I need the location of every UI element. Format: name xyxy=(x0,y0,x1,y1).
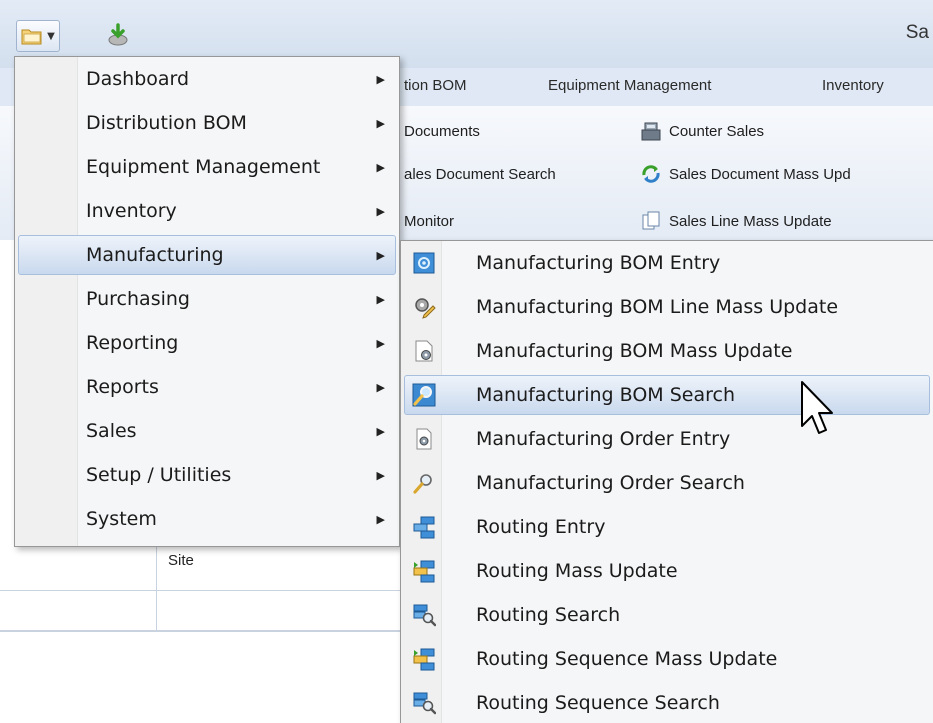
menu-item-equipment-management[interactable]: Equipment Management ▶ xyxy=(18,147,396,187)
modules-menu: Dashboard ▶ Distribution BOM ▶ Equipment Man… xyxy=(14,56,400,547)
submenu-item-manufacturing-order-entry[interactable]: Manufacturing Order Entry xyxy=(404,419,930,459)
magnifier-icon xyxy=(412,383,436,407)
menu-item-reporting[interactable]: Reporting ▶ xyxy=(18,323,396,363)
menu-item-label: Reports xyxy=(86,376,159,398)
submenu-item-label: Manufacturing BOM Entry xyxy=(476,252,721,274)
grid-column-header-site[interactable]: Site xyxy=(168,552,194,569)
menu-item-label: Manufacturing xyxy=(86,244,224,266)
grid-column-divider xyxy=(156,545,157,631)
submenu-item-label: Routing Search xyxy=(476,604,621,626)
monitor-button[interactable]: Monitor xyxy=(404,207,454,235)
submenu-item-manufacturing-bom-entry[interactable]: Manufacturing BOM Entry xyxy=(404,243,930,283)
menu-item-distribution-bom[interactable]: Distribution BOM ▶ xyxy=(18,103,396,143)
routing-search-icon xyxy=(413,692,436,715)
documents-button[interactable]: Documents xyxy=(404,117,480,145)
routing-icon xyxy=(413,516,435,539)
submenu-item-label: Manufacturing Order Entry xyxy=(476,428,731,450)
submenu-item-routing-mass-update[interactable]: Routing Mass Update xyxy=(404,551,930,591)
tab-equipment-management[interactable]: Equipment Management xyxy=(548,77,711,94)
mouse-cursor-icon xyxy=(801,381,833,434)
tab-distribution-bom[interactable]: tion BOM xyxy=(404,77,467,94)
menu-item-label: Equipment Management xyxy=(86,156,321,178)
submenu-item-manufacturing-order-search[interactable]: Manufacturing Order Search xyxy=(404,463,930,503)
submenu-arrow-icon: ▶ xyxy=(376,512,385,526)
order-search-icon xyxy=(413,474,432,494)
submenu-arrow-icon: ▶ xyxy=(376,380,385,394)
submenu-item-routing-sequence-mass-update[interactable]: Routing Sequence Mass Update xyxy=(404,639,930,679)
submenu-arrow-icon: ▶ xyxy=(376,72,385,86)
document-gear-icon xyxy=(415,340,433,362)
menu-item-label: Purchasing xyxy=(86,288,190,310)
submenu-item-label: Manufacturing BOM Search xyxy=(476,384,735,406)
menu-item-label: Dashboard xyxy=(86,68,190,90)
chevron-down-icon: ▼ xyxy=(47,30,55,42)
menu-item-label: Inventory xyxy=(86,200,177,222)
submenu-arrow-icon: ▶ xyxy=(376,336,385,350)
submenu-arrow-icon: ▶ xyxy=(376,204,385,218)
menu-item-label: Sales xyxy=(86,420,137,442)
sales-document-search-button[interactable]: ales Document Search xyxy=(404,160,556,188)
submenu-item-label: Routing Sequence Search xyxy=(476,692,720,714)
submenu-item-label: Manufacturing BOM Mass Update xyxy=(476,340,793,362)
green-arrows-icon xyxy=(642,165,660,183)
menu-item-purchasing[interactable]: Purchasing ▶ xyxy=(18,279,396,319)
menu-item-sales[interactable]: Sales ▶ xyxy=(18,411,396,451)
menu-item-inventory[interactable]: Inventory ▶ xyxy=(18,191,396,231)
menu-item-label: System xyxy=(86,508,157,530)
submenu-item-label: Manufacturing BOM Line Mass Update xyxy=(476,296,839,318)
app-menu-button[interactable]: ▼ xyxy=(16,20,60,52)
manufacturing-submenu: Manufacturing BOM Entry Manufacturing BOM… xyxy=(400,240,933,723)
submenu-arrow-icon: ▶ xyxy=(376,292,385,306)
menu-item-label: Distribution BOM xyxy=(86,112,247,134)
submenu-item-label: Routing Entry xyxy=(476,516,606,538)
bom-entry-icon xyxy=(413,252,435,274)
cash-register-icon xyxy=(641,122,661,141)
submenu-item-label: Routing Sequence Mass Update xyxy=(476,648,778,670)
refresh-button[interactable] xyxy=(103,20,133,50)
menu-item-label: Setup / Utilities xyxy=(86,464,232,486)
submenu-item-routing-sequence-search[interactable]: Routing Sequence Search xyxy=(404,683,930,723)
menu-item-setup-utilities[interactable]: Setup / Utilities ▶ xyxy=(18,455,396,495)
window-title: Sa xyxy=(905,22,929,43)
folder-menu-icon xyxy=(21,29,42,45)
submenu-item-manufacturing-bom-mass-update[interactable]: Manufacturing BOM Mass Update xyxy=(404,331,930,371)
menu-item-dashboard[interactable]: Dashboard ▶ xyxy=(18,59,396,99)
submenu-arrow-icon: ▶ xyxy=(376,424,385,438)
submenu-item-routing-search[interactable]: Routing Search xyxy=(404,595,930,635)
submenu-arrow-icon: ▶ xyxy=(376,116,385,130)
routing-search-icon xyxy=(413,604,436,627)
submenu-item-manufacturing-bom-line-mass-update[interactable]: Manufacturing BOM Line Mass Update xyxy=(404,287,930,327)
copy-lines-icon xyxy=(642,211,660,230)
grid-row-divider xyxy=(0,590,400,591)
routing-update-icon xyxy=(413,560,435,583)
tab-inventory[interactable]: Inventory xyxy=(822,77,884,94)
menu-item-label: Reporting xyxy=(86,332,179,354)
submenu-arrow-icon: ▶ xyxy=(376,160,385,174)
order-gear-icon xyxy=(416,428,432,450)
gear-pencil-icon xyxy=(415,298,436,319)
sales-line-mass-update-button[interactable]: Sales Line Mass Update xyxy=(640,207,832,235)
submenu-arrow-icon: ▶ xyxy=(376,248,385,262)
sales-document-mass-update-button[interactable]: Sales Document Mass Upd xyxy=(640,160,851,188)
menu-item-system[interactable]: System ▶ xyxy=(18,499,396,539)
routing-update-icon xyxy=(413,648,435,671)
submenu-item-routing-entry[interactable]: Routing Entry xyxy=(404,507,930,547)
submenu-item-label: Manufacturing Order Search xyxy=(476,472,745,494)
menu-item-reports[interactable]: Reports ▶ xyxy=(18,367,396,407)
grid-bottom-divider xyxy=(0,630,400,632)
submenu-item-manufacturing-bom-search[interactable]: Manufacturing BOM Search xyxy=(404,375,930,415)
menu-item-manufacturing[interactable]: Manufacturing ▶ xyxy=(18,235,396,275)
submenu-item-label: Routing Mass Update xyxy=(476,560,678,582)
counter-sales-button[interactable]: Counter Sales xyxy=(640,117,764,145)
refresh-download-icon xyxy=(108,23,128,46)
submenu-arrow-icon: ▶ xyxy=(376,468,385,482)
